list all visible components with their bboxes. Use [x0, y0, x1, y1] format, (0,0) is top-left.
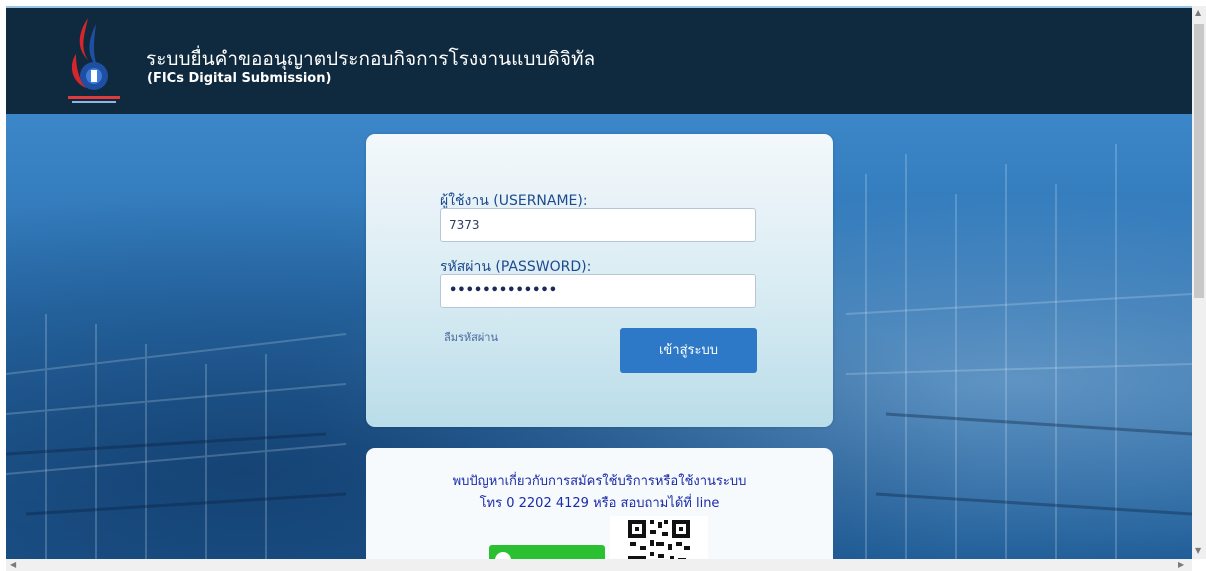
help-text-line2: โทร 0 2202 4129 หรือ สอบถามได้ที่ line	[479, 496, 720, 511]
horizontal-scrollbar[interactable]: ◀ ▶	[6, 559, 1192, 571]
vertical-scroll-thumb[interactable]	[1194, 24, 1204, 298]
scroll-up-arrow-icon[interactable]: ▲	[1195, 8, 1201, 17]
site-header: ระบบยื่นคำขออนุญาตประกอบกิจการโรงงานแบบด…	[6, 6, 1192, 114]
vertical-scrollbar[interactable]: ▲ ▼	[1192, 6, 1206, 559]
password-input[interactable]: •••••••••••••	[440, 274, 756, 308]
login-button[interactable]: เข้าสู่ระบบ	[620, 328, 757, 373]
scroll-right-arrow-icon[interactable]: ▶	[1178, 560, 1184, 569]
line-app-icon	[495, 552, 511, 559]
login-card: ผู้ใช้งาน (USERNAME): 7373 รหัสผ่าน (PAS…	[366, 134, 833, 427]
department-logo-icon	[68, 18, 120, 103]
username-input[interactable]: 7373	[440, 208, 756, 242]
scroll-left-arrow-icon[interactable]: ◀	[10, 560, 16, 569]
site-title: ระบบยื่นคำขออนุญาตประกอบกิจการโรงงานแบบด…	[146, 48, 596, 70]
qr-code-icon	[610, 516, 708, 559]
line-add-friend-button[interactable]	[489, 545, 605, 559]
forgot-password-link[interactable]: ลืมรหัสผ่าน	[444, 328, 498, 346]
help-card: พบปัญหาเกี่ยวกับการสมัครใช้บริการหรือใช้…	[366, 448, 833, 559]
browser-viewport: ระบบยื่นคำขออนุญาตประกอบกิจการโรงงานแบบด…	[6, 6, 1192, 559]
site-subtitle: (FICs Digital Submission)	[147, 71, 332, 86]
scroll-down-arrow-icon[interactable]: ▼	[1195, 546, 1201, 555]
help-text-line1: พบปัญหาเกี่ยวกับการสมัครใช้บริการหรือใช้…	[452, 474, 747, 489]
